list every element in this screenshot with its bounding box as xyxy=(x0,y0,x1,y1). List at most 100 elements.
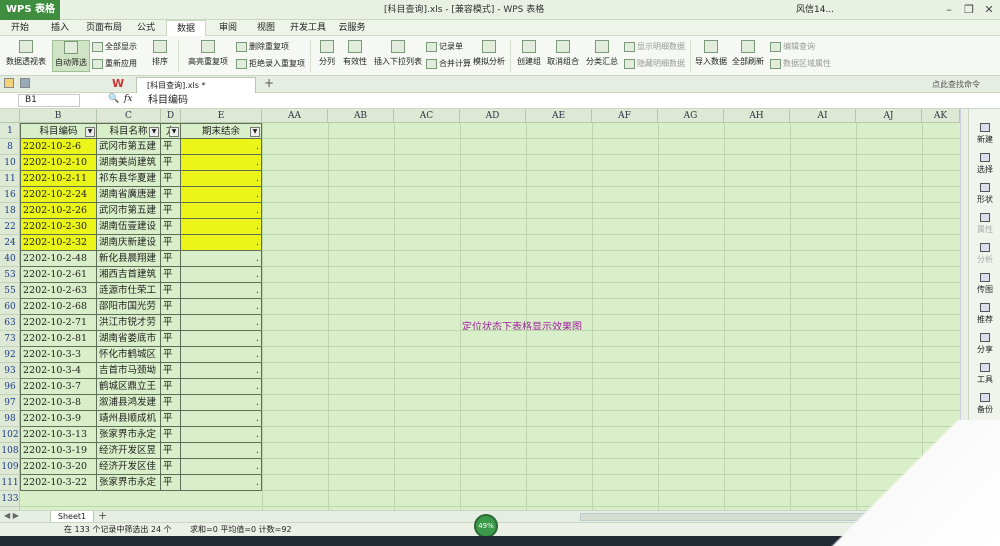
import-data-button[interactable]: 导入数据 xyxy=(694,40,728,72)
table-cell[interactable]: 湖南省廣唐建 xyxy=(97,187,161,203)
filter-dropdown-icon[interactable]: ▼ xyxy=(85,127,95,137)
sheet-nav-arrows-icon[interactable]: ◀ ▶ xyxy=(4,511,19,520)
user-name[interactable]: 风信14... xyxy=(796,2,834,18)
table-cell[interactable]: 2202-10-2-10 xyxy=(20,155,97,171)
table-cell[interactable]: 平 xyxy=(161,299,181,315)
table-cell[interactable]: . xyxy=(181,299,262,315)
row-header[interactable]: 1 xyxy=(0,123,20,139)
row-header[interactable]: 55 xyxy=(0,283,20,299)
pivot-table-button[interactable]: 数据透视表 xyxy=(4,40,48,72)
table-cell[interactable]: 2202-10-2-81 xyxy=(20,331,97,347)
analysis-button[interactable]: 分析 xyxy=(969,243,1000,265)
select-button[interactable]: 选择 xyxy=(969,153,1000,175)
table-cell[interactable]: . xyxy=(181,379,262,395)
table-cell[interactable]: 平 xyxy=(161,235,181,251)
table-cell[interactable]: 平 xyxy=(161,187,181,203)
column-header[interactable]: AE xyxy=(526,109,592,123)
table-cell[interactable]: 2202-10-3-19 xyxy=(20,443,97,459)
table-cell[interactable]: . xyxy=(181,427,262,443)
table-cell[interactable]: . xyxy=(181,459,262,475)
table-cell[interactable]: 平 xyxy=(161,347,181,363)
table-cell[interactable]: 平 xyxy=(161,155,181,171)
insert-dropdown-button[interactable]: 插入下拉列表 xyxy=(374,40,422,72)
table-header-cell[interactable]: 科目编码 ▼ xyxy=(20,123,97,139)
table-cell[interactable]: 湘西吉首建筑 xyxy=(97,267,161,283)
menu-insert[interactable]: 插入 xyxy=(46,20,74,36)
table-cell[interactable]: 新化县晨翔建 xyxy=(97,251,161,267)
table-cell[interactable]: . xyxy=(181,203,262,219)
table-cell[interactable]: . xyxy=(181,411,262,427)
reject-duplicates-button[interactable]: 拒绝录入重复项 xyxy=(236,57,305,71)
show-detail-button[interactable]: 显示明细数据 xyxy=(624,40,685,54)
table-cell[interactable]: 平 xyxy=(161,475,181,491)
row-header[interactable]: 53 xyxy=(0,267,20,283)
table-cell[interactable]: 平 xyxy=(161,395,181,411)
table-cell[interactable]: 平 xyxy=(161,219,181,235)
table-cell[interactable]: 2202-10-2-32 xyxy=(20,235,97,251)
table-cell[interactable]: . xyxy=(181,315,262,331)
backup-button[interactable]: 备份 xyxy=(969,393,1000,415)
table-cell[interactable]: 鹤城区鼎立王 xyxy=(97,379,161,395)
fx-label[interactable]: fx xyxy=(124,94,132,104)
restore-icon[interactable]: ❐ xyxy=(960,2,978,18)
row-header[interactable]: 73 xyxy=(0,331,20,347)
row-header[interactable]: 98 xyxy=(0,411,20,427)
table-cell[interactable]: 平 xyxy=(161,459,181,475)
row-header[interactable]: 111 xyxy=(0,475,20,491)
row-header[interactable]: 60 xyxy=(0,299,20,315)
table-cell[interactable]: 怀化市鹤城区 xyxy=(97,347,161,363)
hide-detail-button[interactable]: 隐藏明细数据 xyxy=(624,57,685,71)
table-cell[interactable]: 平 xyxy=(161,379,181,395)
column-header[interactable]: AC xyxy=(394,109,460,123)
row-header[interactable]: 133 xyxy=(0,491,20,507)
table-cell[interactable]: 平 xyxy=(161,427,181,443)
tools-button[interactable]: 工具 xyxy=(969,363,1000,385)
table-header-cell[interactable]: 科目名称 ▼ xyxy=(97,123,161,139)
table-cell[interactable]: 湖南庆新建设 xyxy=(97,235,161,251)
table-cell[interactable]: . xyxy=(181,187,262,203)
table-cell[interactable]: 湖南美尚建筑 xyxy=(97,155,161,171)
row-header[interactable]: 24 xyxy=(0,235,20,251)
menu-view[interactable]: 视图 xyxy=(252,20,280,36)
column-header[interactable]: AA xyxy=(262,109,328,123)
row-header[interactable]: 40 xyxy=(0,251,20,267)
table-cell[interactable]: 湖南伍壹建设 xyxy=(97,219,161,235)
close-icon[interactable]: ✕ xyxy=(980,2,998,18)
table-cell[interactable]: 张家界市永定 xyxy=(97,475,161,491)
doc-tab[interactable]: [科目查询].xls * xyxy=(136,77,256,93)
row-header[interactable]: 11 xyxy=(0,171,20,187)
table-cell[interactable]: 平 xyxy=(161,411,181,427)
table-cell[interactable]: 吉首市马颈坳 xyxy=(97,363,161,379)
table-cell[interactable]: 2202-10-2-61 xyxy=(20,267,97,283)
table-cell[interactable]: 2202-10-2-48 xyxy=(20,251,97,267)
autofilter-button[interactable]: 自动筛选 xyxy=(52,40,90,72)
table-cell[interactable]: . xyxy=(181,347,262,363)
table-cell[interactable]: 2202-10-2-6 xyxy=(20,139,97,155)
table-cell[interactable]: 洪江市锐才劳 xyxy=(97,315,161,331)
save-icon[interactable] xyxy=(20,78,30,88)
menu-page-layout[interactable]: 页面布局 xyxy=(84,20,124,36)
row-header[interactable]: 18 xyxy=(0,203,20,219)
column-header[interactable]: AI xyxy=(790,109,856,123)
refresh-all-button[interactable]: 全部刷新 xyxy=(730,40,766,72)
table-cell[interactable]: 祁东县华夏建 xyxy=(97,171,161,187)
zoom-indicator[interactable]: 49% xyxy=(474,514,498,538)
shape-button[interactable]: 形状 xyxy=(969,183,1000,205)
table-cell[interactable]: . xyxy=(181,251,262,267)
ungroup-button[interactable]: 取消组合 xyxy=(546,40,580,72)
add-sheet-icon[interactable]: + xyxy=(98,509,107,522)
zoom-magnifier-icon[interactable]: 🔍 xyxy=(108,94,119,104)
share-button[interactable]: 分享 xyxy=(969,333,1000,355)
row-header[interactable]: 10 xyxy=(0,155,20,171)
table-cell[interactable]: 2202-10-2-11 xyxy=(20,171,97,187)
column-header[interactable]: AD xyxy=(460,109,526,123)
table-cell[interactable]: 2202-10-3-9 xyxy=(20,411,97,427)
column-header[interactable]: AB xyxy=(328,109,394,123)
recommend-button[interactable]: 推荐 xyxy=(969,303,1000,325)
search-command[interactable]: 点此查找命令 xyxy=(932,79,980,90)
table-cell[interactable]: . xyxy=(181,283,262,299)
table-cell[interactable]: 平 xyxy=(161,267,181,283)
minimize-icon[interactable]: – xyxy=(940,2,958,18)
merge-calc-button[interactable]: 合并计算 xyxy=(426,57,471,71)
row-header[interactable]: 102 xyxy=(0,427,20,443)
